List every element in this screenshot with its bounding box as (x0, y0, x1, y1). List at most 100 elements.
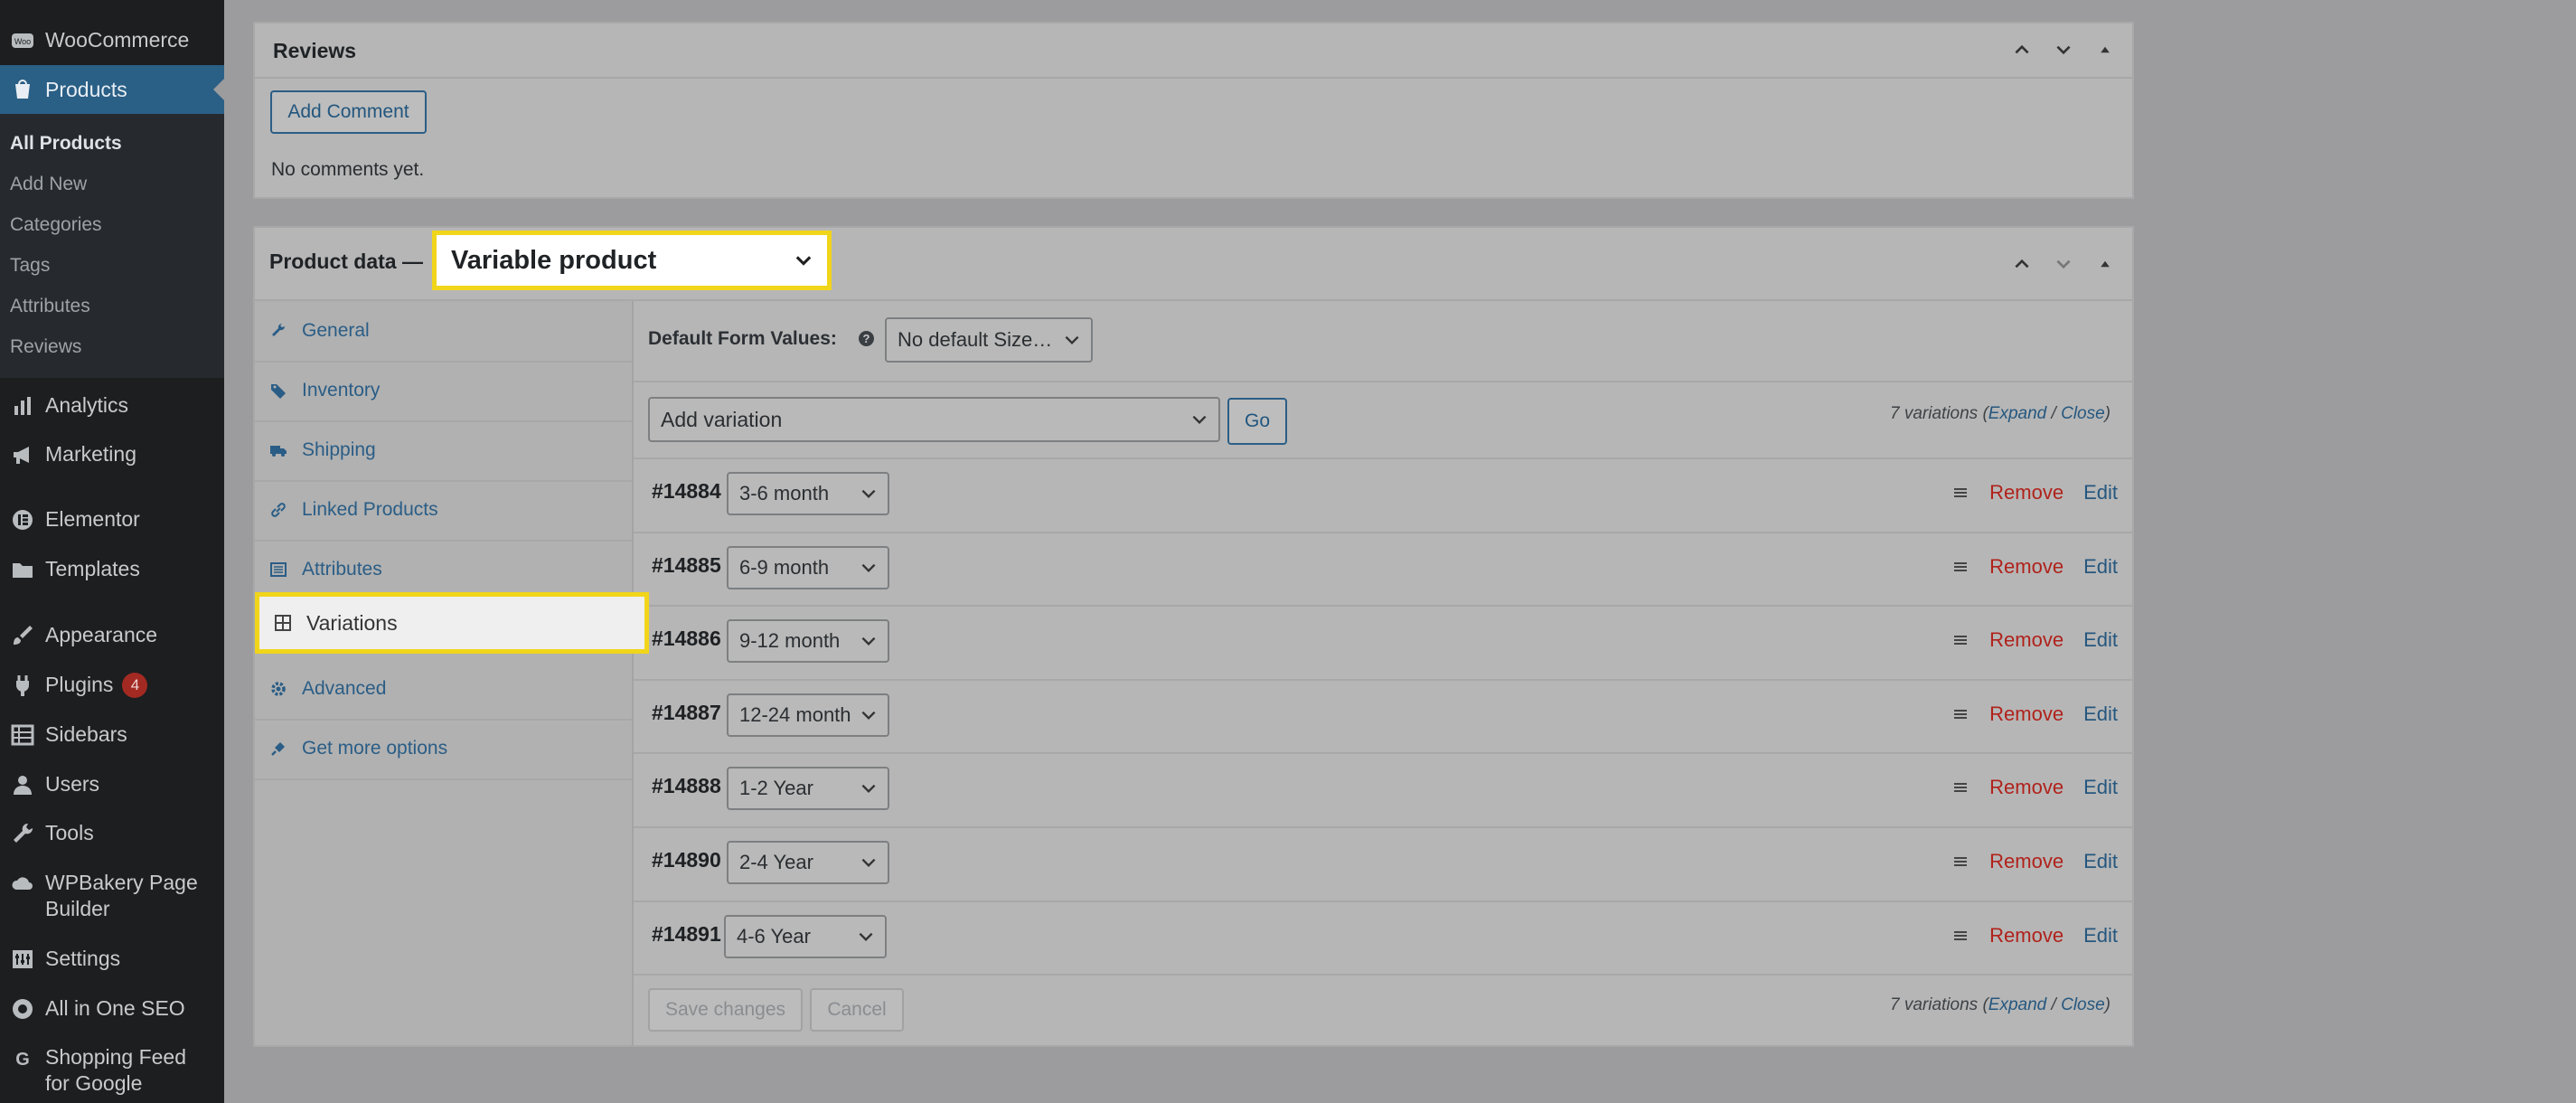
remove-link[interactable]: Remove (1989, 481, 2064, 504)
add-comment-button[interactable]: Add Comment (270, 90, 427, 134)
variation-attribute-select[interactable]: 4-6 Year (724, 914, 887, 958)
tab-label: Variations (306, 610, 398, 635)
chevron-down-icon (861, 563, 876, 572)
drag-handle-icon[interactable] (1951, 631, 1970, 649)
variation-row[interactable]: #14884 3-6 month Remove Edit (634, 459, 2132, 532)
remove-link[interactable]: Remove (1989, 776, 2064, 799)
no-comments-text: No comments yet. (271, 159, 425, 180)
variation-id: #14891 (652, 921, 721, 946)
variation-row[interactable]: #14887 12-24 month Remove Edit (634, 681, 2132, 753)
save-changes-button[interactable]: Save changes (648, 988, 803, 1032)
folder-icon (0, 557, 45, 582)
tab-general[interactable]: General (255, 301, 632, 363)
plug-icon (269, 740, 296, 758)
remove-link[interactable]: Remove (1989, 628, 2064, 652)
chevron-down-icon[interactable] (2049, 250, 2078, 278)
submenu-attributes[interactable]: Attributes (10, 296, 90, 317)
chevron-down-icon[interactable] (2049, 35, 2078, 64)
close-link[interactable]: Close (2061, 995, 2105, 1014)
reviews-panel: Reviews Add Comment No comments yet. (253, 22, 2134, 199)
collapse-triangle-icon[interactable] (2091, 250, 2120, 278)
edit-link[interactable]: Edit (2083, 850, 2118, 873)
variation-id: #14887 (652, 700, 721, 724)
default-size-select[interactable]: No default Size… (885, 317, 1093, 363)
product-type-select[interactable]: Variable product (432, 231, 832, 290)
edit-link[interactable]: Edit (2083, 776, 2118, 799)
variation-row[interactable]: #14886 9-12 month Remove Edit (634, 607, 2132, 679)
menu-wpbakery[interactable]: WPBakery Page Builder (0, 870, 224, 922)
variation-attribute-select[interactable]: 12-24 month (727, 693, 889, 737)
submenu-add-new[interactable]: Add New (10, 174, 87, 195)
close-link[interactable]: Close (2061, 404, 2105, 423)
variation-row[interactable]: #14890 2-4 Year Remove Edit (634, 828, 2132, 900)
menu-shopping-feed[interactable]: G Shopping Feed for Google (0, 1044, 224, 1097)
tab-linked-products[interactable]: Linked Products (255, 480, 632, 542)
drag-handle-icon[interactable] (1951, 853, 1970, 871)
bar-chart-icon (0, 393, 45, 419)
variation-attribute-value: 9-12 month (739, 629, 841, 653)
submenu-tags[interactable]: Tags (10, 255, 50, 277)
admin-sidebar: Woo WooCommerce Products All Products Ad… (0, 0, 224, 1103)
chevron-down-icon (861, 785, 876, 794)
go-button[interactable]: Go (1227, 398, 1287, 445)
menu-woocommerce[interactable]: Woo WooCommerce (0, 27, 224, 53)
collapse-triangle-icon[interactable] (2091, 35, 2120, 64)
drag-handle-icon[interactable] (1951, 558, 1970, 576)
edit-link[interactable]: Edit (2083, 628, 2118, 652)
remove-link[interactable]: Remove (1989, 850, 2064, 873)
tab-get-more-options[interactable]: Get more options (255, 719, 632, 780)
chevron-up-icon[interactable] (2007, 35, 2036, 64)
menu-tools[interactable]: Tools (0, 820, 224, 846)
menu-sidebars[interactable]: Sidebars (0, 721, 224, 748)
menu-settings[interactable]: Settings (0, 946, 224, 972)
variations-count: 7 variations (1890, 404, 1979, 423)
menu-analytics[interactable]: Analytics (0, 392, 224, 419)
menu-elementor[interactable]: Elementor (0, 506, 224, 533)
expand-link[interactable]: Expand (1988, 404, 2046, 423)
tab-variations[interactable]: Variations (255, 592, 649, 654)
variation-attribute-select[interactable]: 1-2 Year (727, 767, 889, 811)
menu-label: Sidebars (45, 722, 127, 746)
menu-plugins[interactable]: Plugins 4 (0, 672, 224, 698)
chevron-down-icon (1065, 335, 1079, 345)
tab-label: General (302, 320, 370, 341)
tab-shipping[interactable]: Shipping (255, 420, 632, 482)
expand-link[interactable]: Expand (1988, 995, 2046, 1014)
submenu-reviews[interactable]: Reviews (10, 336, 81, 358)
chevron-up-icon[interactable] (2007, 250, 2036, 278)
variation-attribute-select[interactable]: 6-9 month (727, 545, 889, 589)
edit-link[interactable]: Edit (2083, 702, 2118, 726)
variation-attribute-select[interactable]: 3-6 month (727, 472, 889, 515)
drag-handle-icon[interactable] (1951, 484, 1970, 502)
variation-attribute-select[interactable]: 9-12 month (727, 619, 889, 664)
help-icon[interactable]: ? (859, 331, 874, 346)
variation-actions: Remove Edit (1951, 776, 2118, 799)
edit-link[interactable]: Edit (2083, 555, 2118, 579)
edit-link[interactable]: Edit (2083, 481, 2118, 504)
cancel-button[interactable]: Cancel (810, 988, 904, 1032)
remove-link[interactable]: Remove (1989, 555, 2064, 579)
menu-products[interactable]: Products (0, 65, 224, 114)
variation-row[interactable]: #14891 4-6 Year Remove Edit (634, 902, 2132, 975)
menu-label: Settings (45, 947, 121, 970)
remove-link[interactable]: Remove (1989, 702, 2064, 726)
drag-handle-icon[interactable] (1951, 705, 1970, 723)
drag-handle-icon[interactable] (1951, 778, 1970, 797)
menu-templates[interactable]: Templates (0, 556, 224, 582)
menu-appearance[interactable]: Appearance (0, 622, 224, 648)
variation-attribute-select[interactable]: 2-4 Year (727, 841, 889, 884)
edit-link[interactable]: Edit (2083, 924, 2118, 947)
submenu-all-products[interactable]: All Products (10, 133, 122, 155)
add-variation-select[interactable]: Add variation (648, 397, 1220, 442)
menu-marketing[interactable]: Marketing (0, 441, 224, 467)
menu-users[interactable]: Users (0, 771, 224, 797)
variation-row[interactable]: #14888 1-2 Year Remove Edit (634, 754, 2132, 826)
tab-label: Attributes (302, 559, 382, 580)
submenu-categories[interactable]: Categories (10, 214, 102, 236)
tab-inventory[interactable]: Inventory (255, 361, 632, 422)
remove-link[interactable]: Remove (1989, 924, 2064, 947)
variation-row[interactable]: #14885 6-9 month Remove Edit (634, 533, 2132, 606)
menu-all-in-one-seo[interactable]: All in One SEO (0, 995, 224, 1022)
drag-handle-icon[interactable] (1951, 927, 1970, 945)
tab-advanced[interactable]: Advanced (255, 659, 632, 721)
